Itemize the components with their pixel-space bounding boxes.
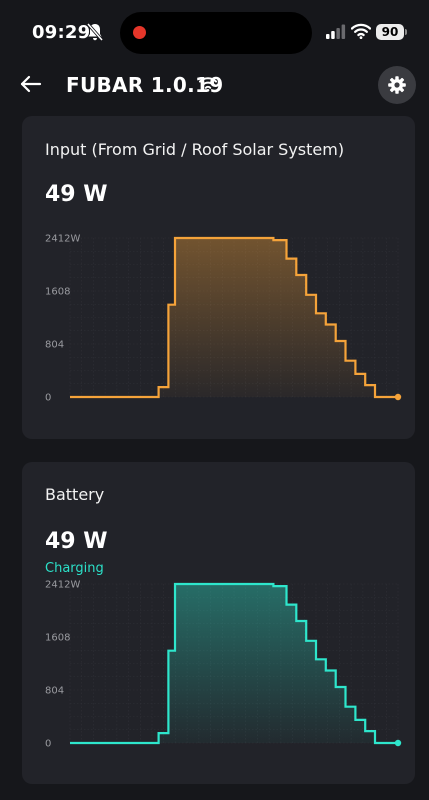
battery-power-chart: 0 804 1608 2412W (45, 580, 402, 750)
battery-chart-ytick-label: 0 (45, 739, 51, 750)
input-chart-ytick-label: 1608 (45, 287, 70, 298)
app-header: FUBAR 1.0.19 (0, 64, 429, 108)
gear-icon (388, 76, 406, 94)
input-chart-end-point (394, 393, 402, 401)
input-power-chart: 0 804 1608 2412W (45, 234, 402, 404)
battery-tip (405, 29, 407, 35)
bell-muted-icon (86, 22, 104, 42)
input-chart-ytick-label: 2412W (45, 234, 80, 245)
input-chart-ytick-label: 804 (45, 340, 64, 351)
connection-wifi-icon (199, 77, 217, 92)
input-power-card: Input (From Grid / Roof Solar System) 49… (22, 116, 415, 439)
battery-chart-ytick-label: 804 (45, 686, 64, 697)
input-chart-ytick-label: 0 (45, 393, 51, 404)
status-bar: 09:29 90 (0, 0, 429, 64)
status-time: 09:29 (32, 22, 91, 43)
dynamic-island (120, 12, 312, 54)
back-arrow-icon[interactable] (18, 70, 46, 98)
battery-indicator: 90 (376, 24, 404, 40)
recording-indicator (133, 26, 146, 39)
battery-chart-ytick-label: 2412W (45, 580, 80, 591)
battery-power-card: Battery 49 W Charging 0 804 1608 2412W (22, 462, 415, 784)
battery-chart-ytick-label: 1608 (45, 633, 70, 644)
settings-button[interactable] (378, 66, 416, 104)
battery-chart-end-point (394, 739, 402, 747)
wifi-status-icon (351, 23, 371, 39)
cellular-signal-icon (326, 24, 346, 39)
